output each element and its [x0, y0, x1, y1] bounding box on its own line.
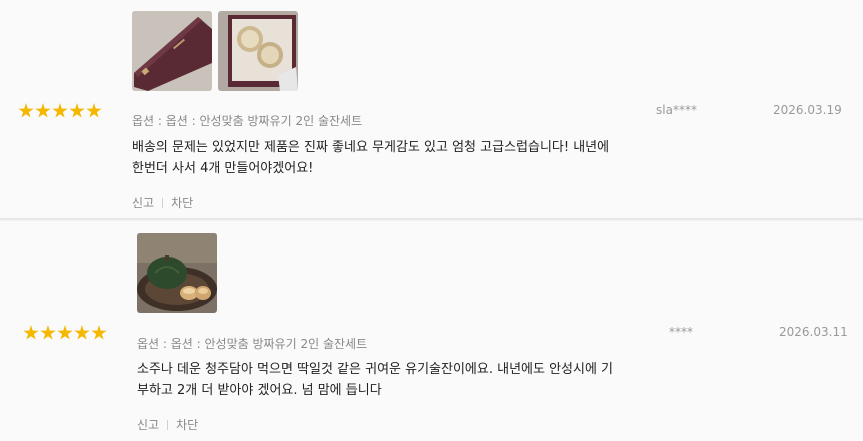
rating-stars — [18, 103, 102, 119]
star-icon — [69, 103, 85, 118]
product-option: 옵션 : 옵션 : 안성맞춤 방짜유기 2인 술잔세트 — [132, 114, 363, 128]
action-divider — [167, 419, 169, 430]
star-icon — [57, 325, 73, 340]
review-photo-pumpkin[interactable] — [137, 233, 217, 313]
star-icon — [35, 103, 51, 118]
block-button[interactable]: 차단 — [171, 194, 193, 211]
action-divider — [162, 197, 164, 208]
star-icon — [23, 325, 39, 340]
gift-box-image — [132, 11, 212, 91]
review-item: 옵션 : 옵션 : 안성맞춤 방짜유기 2인 술잔세트 소주나 데운 청주담아 … — [0, 221, 863, 441]
star-icon — [74, 325, 90, 340]
review-author: sla**** — [656, 103, 697, 117]
product-option: 옵션 : 옵션 : 안성맞춤 방짜유기 2인 술잔세트 — [137, 337, 368, 351]
review-date: 2026.03.11 — [779, 325, 848, 339]
star-icon — [40, 325, 56, 340]
review-photo-box[interactable] — [132, 11, 212, 91]
review-item: 옵션 : 옵션 : 안성맞춤 방짜유기 2인 술잔세트 배송의 문제는 있었지만… — [0, 0, 863, 218]
review-text: 배송의 문제는 있었지만 제품은 진짜 좋네요 무게감도 있고 엄청 고급스럽습… — [132, 140, 610, 176]
review-date: 2026.03.19 — [773, 103, 842, 117]
review-actions: 신고 차단 — [132, 194, 193, 211]
review-actions: 신고 차단 — [137, 416, 198, 433]
pumpkin-cups-image — [137, 233, 217, 313]
rating-stars — [23, 325, 107, 341]
review-photo-cups[interactable] — [218, 11, 298, 91]
review-text: 소주나 데운 청주담아 먹으면 딱일것 같은 귀여운 유기술잔이에요. 내년에도… — [137, 362, 614, 398]
report-button[interactable]: 신고 — [132, 194, 154, 211]
brass-cups-image — [218, 11, 298, 91]
review-author: **** — [669, 325, 693, 339]
report-button[interactable]: 신고 — [137, 416, 159, 433]
star-icon — [91, 325, 107, 340]
star-icon — [18, 103, 34, 118]
star-icon — [52, 103, 68, 118]
block-button[interactable]: 차단 — [176, 416, 198, 433]
star-icon — [86, 103, 102, 118]
